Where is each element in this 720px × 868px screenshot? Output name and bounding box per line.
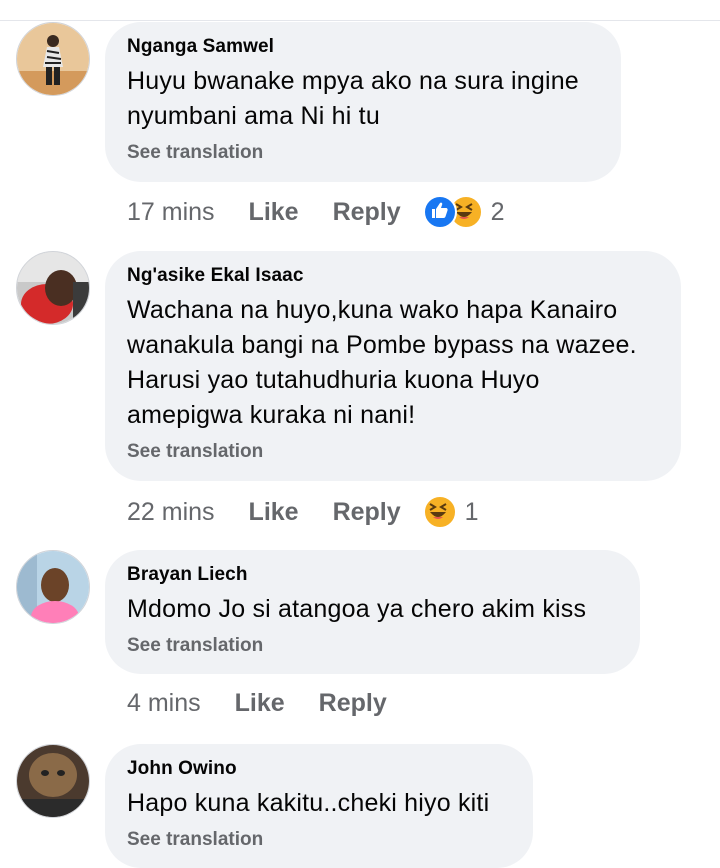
like-button[interactable]: Like — [235, 689, 285, 718]
comment-text: Hapo kuna kakitu..cheki hiyo kiti — [127, 789, 490, 817]
avatar[interactable] — [16, 550, 90, 624]
comment-text: Mdomo Jo si atangoa ya chero akim kiss — [127, 595, 587, 623]
see-translation-link[interactable]: See translation — [127, 635, 618, 657]
comment-time[interactable]: 17 mins — [127, 198, 215, 227]
see-translation-link[interactable]: See translation — [127, 142, 599, 164]
comment-author[interactable]: Brayan Liech — [127, 564, 618, 586]
reaction-count: 1 — [464, 497, 479, 526]
top-divider — [0, 0, 720, 21]
comment-author[interactable]: Ng'asike Ekal Isaac — [127, 265, 659, 287]
comment-time[interactable]: 4 mins — [127, 689, 201, 718]
reply-button[interactable]: Reply — [333, 498, 401, 527]
reply-button[interactable]: Reply — [319, 689, 387, 718]
reply-button[interactable]: Reply — [333, 198, 401, 227]
comment-bubble: John Owino Hapo kuna kakitu..cheki hiyo … — [105, 744, 533, 868]
see-translation-link[interactable]: See translation — [127, 829, 511, 851]
reactions-summary[interactable]: 1 — [422, 495, 479, 529]
comment-bubble: Brayan Liech Mdomo Jo si atangoa ya cher… — [105, 550, 640, 674]
comment-actions: 22 mins Like Reply 1 — [127, 495, 479, 529]
reactions-summary[interactable]: 2 — [422, 195, 505, 229]
haha-icon — [422, 495, 457, 529]
reaction-count: 2 — [490, 197, 505, 226]
avatar[interactable] — [16, 744, 90, 818]
like-icon — [422, 195, 457, 229]
comment-actions: 17 mins Like Reply 2 — [127, 195, 505, 229]
avatar[interactable] — [16, 22, 90, 96]
like-button[interactable]: Like — [249, 498, 299, 527]
comment-bubble: Nganga Samwel Huyu bwanake mpya ako na s… — [105, 22, 621, 182]
comment-time[interactable]: 22 mins — [127, 498, 215, 527]
comment-bubble: Ng'asike Ekal Isaac Wachana na huyo,kuna… — [105, 251, 681, 481]
avatar[interactable] — [16, 251, 90, 325]
see-translation-link[interactable]: See translation — [127, 441, 659, 463]
comment-text: Huyu bwanake mpya ako na sura ingine nyu… — [127, 67, 579, 130]
comment-author[interactable]: John Owino — [127, 758, 511, 780]
comment-actions: 4 mins Like Reply — [127, 689, 409, 718]
comment-text: Wachana na huyo,kuna wako hapa Kanairo w… — [127, 296, 637, 429]
comment-author[interactable]: Nganga Samwel — [127, 36, 599, 58]
like-button[interactable]: Like — [249, 198, 299, 227]
